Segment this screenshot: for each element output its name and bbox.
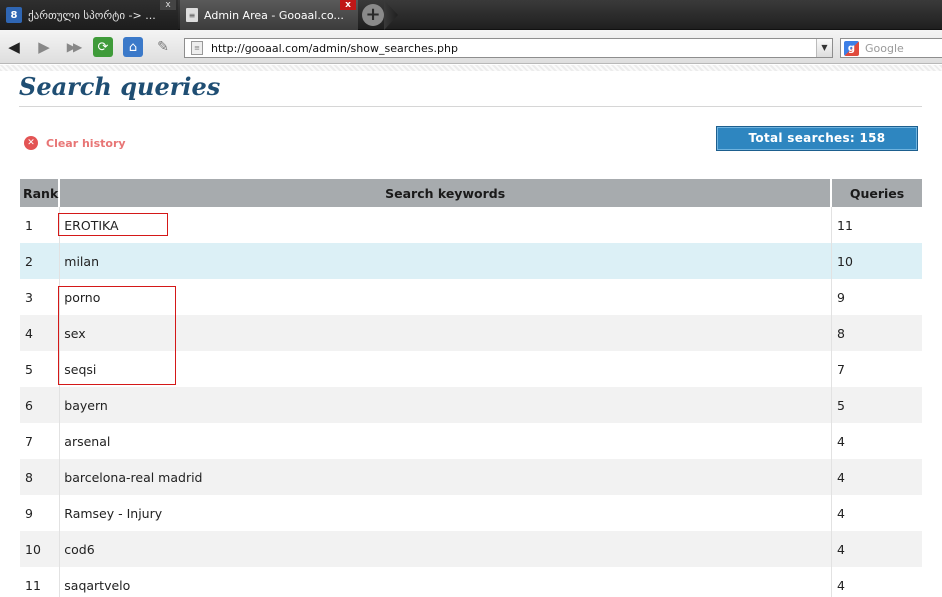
column-header-rank: Rank (20, 179, 61, 207)
page-top-border (0, 65, 942, 71)
close-circle-icon: ✕ (24, 136, 38, 150)
table-row: 8 barcelona-real madrid 4 (20, 459, 922, 495)
queries-cell: 5 (832, 387, 922, 423)
queries-cell: 4 (832, 423, 922, 459)
tab-admin-area[interactable]: ≡ Admin Area - Gooaal.co... x (180, 0, 358, 30)
page-icon: ≡ (186, 8, 198, 22)
close-tab-icon[interactable]: x (340, 0, 356, 10)
queries-cell: 10 (832, 243, 922, 279)
keyword-cell: cod6 (60, 531, 832, 567)
queries-cell: 4 (832, 459, 922, 495)
address-bar[interactable]: ≡ http://gooaal.com/admin/show_searches.… (184, 38, 833, 58)
back-arrow-icon[interactable]: ◀ (4, 37, 24, 57)
table-row: 9 Ramsey - Injury 4 (20, 495, 922, 531)
rank-cell: 2 (20, 243, 61, 279)
table-row: 5 seqsi 7 (20, 351, 922, 387)
tab-strip: 8 ქართული სპორტი -> ... x ≡ Admin Area -… (0, 0, 942, 30)
tab-sport[interactable]: 8 ქართული სპორტი -> ... x (0, 0, 178, 30)
page-title: Search queries (19, 72, 221, 101)
tab-title: Admin Area - Gooaal.co... (204, 8, 344, 22)
queries-cell: 8 (832, 315, 922, 351)
tab-title: ქართული სპორტი -> ... (28, 8, 156, 22)
column-header-queries: Queries (832, 179, 922, 207)
forward-arrow-icon[interactable]: ▶ (34, 37, 54, 57)
column-header-keywords: Search keywords (60, 179, 832, 207)
google-icon[interactable]: g (844, 40, 859, 56)
table-row: 6 bayern 5 (20, 387, 922, 423)
page-icon: ≡ (191, 41, 203, 55)
search-box[interactable]: g Google (840, 38, 942, 58)
table-row: 10 cod6 4 (20, 531, 922, 567)
rank-cell: 6 (20, 387, 61, 423)
rank-cell: 9 (20, 495, 61, 531)
table-row: 4 sex 8 (20, 315, 922, 351)
edit-icon[interactable]: ✎ (153, 37, 173, 57)
keyword-cell: EROTIKA (60, 207, 832, 243)
table-row: 1 EROTIKA 11 (20, 207, 922, 243)
keyword-cell: porno (60, 279, 832, 315)
fast-forward-icon[interactable]: ▶▶ (63, 37, 83, 57)
keyword-cell: seqsi (60, 351, 832, 387)
rank-cell: 4 (20, 315, 61, 351)
queries-cell: 7 (832, 351, 922, 387)
chevron-down-icon[interactable]: ▼ (816, 39, 832, 57)
queries-cell: 4 (832, 531, 922, 567)
keyword-cell: saqartvelo (60, 567, 832, 597)
rank-cell: 11 (20, 567, 61, 597)
table-row: 11 saqartvelo 4 (20, 567, 922, 597)
queries-cell: 9 (832, 279, 922, 315)
rank-cell: 7 (20, 423, 61, 459)
keyword-cell: sex (60, 315, 832, 351)
clear-history-label: Clear history (46, 136, 126, 150)
tab-divider (384, 0, 398, 30)
nav-toolbar: ◀ ▶ ▶▶ ⟳ ⌂ ✎ ≡ http://gooaal.com/admin/s… (0, 30, 942, 64)
rank-cell: 3 (20, 279, 61, 315)
rank-cell: 10 (20, 531, 61, 567)
rank-cell: 8 (20, 459, 61, 495)
clear-history-link[interactable]: ✕ Clear history (24, 136, 126, 150)
keyword-cell: Ramsey - Injury (60, 495, 832, 531)
queries-cell: 11 (832, 207, 922, 243)
queries-cell: 4 (832, 567, 922, 597)
url-text[interactable]: http://gooaal.com/admin/show_searches.ph… (211, 42, 458, 55)
table-row: 3 porno 9 (20, 279, 922, 315)
title-divider (19, 106, 922, 107)
keyword-cell: barcelona-real madrid (60, 459, 832, 495)
table-row: 2 milan 10 (20, 243, 922, 279)
rank-cell: 5 (20, 351, 61, 387)
table-row: 7 arsenal 4 (20, 423, 922, 459)
home-icon[interactable]: ⌂ (123, 37, 143, 57)
search-queries-table: Rank Search keywords Queries 1 EROTIKA 1… (20, 179, 922, 597)
queries-cell: 4 (832, 495, 922, 531)
search-placeholder: Google (865, 41, 904, 55)
keyword-cell: milan (60, 243, 832, 279)
rank-cell: 1 (20, 207, 61, 243)
close-tab-icon[interactable]: x (160, 0, 176, 10)
reload-icon[interactable]: ⟳ (93, 37, 113, 57)
new-tab-button[interactable]: + (362, 4, 384, 26)
site-favicon-icon: 8 (6, 7, 22, 23)
total-searches-badge: Total searches: 158 (716, 126, 918, 151)
table-header-row: Rank Search keywords Queries (20, 179, 922, 207)
keyword-cell: bayern (60, 387, 832, 423)
keyword-cell: arsenal (60, 423, 832, 459)
